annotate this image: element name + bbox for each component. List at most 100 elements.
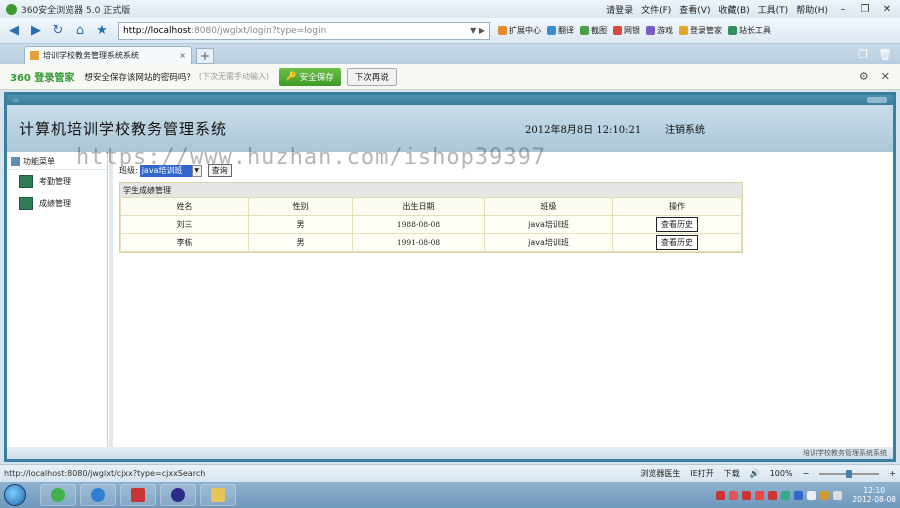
- browser-app-icon: [51, 488, 65, 502]
- safe-save-button[interactable]: 🔑 安全保存: [279, 67, 341, 86]
- address-bar[interactable]: http://localhost :8080/jwglxt/login?type…: [118, 21, 490, 40]
- col-class: 班级: [484, 197, 613, 216]
- taskbar-app-tool[interactable]: [120, 484, 156, 506]
- grade-table: 姓名 性别 出生日期 班级 操作 刘三 男 1988-08-08 java培训班…: [120, 197, 742, 252]
- watermark-text: https://www.huzhan.com/ishop39397: [76, 145, 547, 170]
- ebank-tool[interactable]: 网银: [613, 25, 640, 36]
- system-tray: 12:10 2012-08-08: [716, 486, 896, 504]
- app-top-controls[interactable]: [867, 97, 887, 103]
- ie-open[interactable]: IE打开: [690, 468, 713, 479]
- menu-calendar-icon: [11, 157, 20, 166]
- view-history-button[interactable]: 查看历史: [656, 217, 698, 232]
- browser-title-bar: 360安全浏览器 5.0 正式版 请登录 文件(F) 查看(V) 收藏(B) 工…: [0, 0, 900, 18]
- menu-file[interactable]: 文件(F): [641, 3, 671, 16]
- forward-icon[interactable]: ▶: [26, 21, 46, 41]
- zoom-in-icon[interactable]: +: [889, 469, 896, 478]
- tray-icon[interactable]: [820, 490, 830, 500]
- taskbar-app-ie[interactable]: [80, 484, 116, 506]
- close-bar-icon[interactable]: ✕: [881, 70, 890, 83]
- browser-doctor[interactable]: 浏览器医生: [640, 468, 680, 479]
- taskbar-app-eclipse[interactable]: [160, 484, 196, 506]
- function-menu: 功能菜单 考勤管理 成绩管理: [7, 152, 108, 449]
- cell-class: java培训班: [484, 233, 613, 252]
- windows-taskbar: 12:10 2012-08-08: [0, 482, 900, 508]
- taskbar-app-explorer[interactable]: [200, 484, 236, 506]
- address-dropdown-icon[interactable]: ▼ ▶: [470, 26, 485, 35]
- table-row: 李栋 男 1991-08-08 java培训班 查看历史: [120, 233, 742, 252]
- ebank-icon: [613, 26, 622, 35]
- tool-app-icon: [131, 488, 145, 502]
- password-save-bar: 360 登录管家 想安全保存该网站的密码吗？ (下次无需手动输入) 🔑 安全保存 …: [0, 64, 900, 90]
- zoom-out-icon[interactable]: −: [803, 469, 810, 478]
- tab-bar: 培训学校教务管理系统系统 × + ❐ 🗑: [0, 44, 900, 64]
- menu-favorites[interactable]: 收藏(B): [718, 3, 749, 16]
- sidebar-item-attendance[interactable]: 考勤管理: [7, 170, 107, 192]
- screenshot-tool[interactable]: 截图: [580, 25, 607, 36]
- system-clock[interactable]: 12:10 2012-08-08: [852, 486, 896, 504]
- taskbar-app-browser[interactable]: [40, 484, 76, 506]
- zoom-slider-thumb[interactable]: [846, 469, 853, 478]
- translate-icon: [547, 26, 556, 35]
- sidebar-splitter[interactable]: [109, 152, 113, 449]
- app-footer: 培训学校教务管理系统系统: [7, 447, 893, 459]
- tab-list-icon[interactable]: ❐: [858, 48, 868, 61]
- game-icon: [646, 26, 655, 35]
- logout-link[interactable]: 注销系统: [665, 121, 705, 136]
- minimize-icon[interactable]: –: [836, 4, 850, 15]
- ebank-label: 网银: [624, 26, 640, 35]
- start-button[interactable]: [4, 484, 26, 506]
- close-window-icon[interactable]: ✕: [880, 4, 894, 15]
- speaker-tray-icon[interactable]: [833, 490, 843, 500]
- key-icon: 🔑: [286, 71, 297, 82]
- tab-active[interactable]: 培训学校教务管理系统系统 ×: [24, 46, 192, 64]
- tray-icon[interactable]: [729, 490, 739, 500]
- tray-icon[interactable]: [781, 490, 791, 500]
- sidebar-item-grades[interactable]: 成绩管理: [7, 192, 107, 214]
- menu-view[interactable]: 查看(V): [679, 3, 710, 16]
- tray-icon[interactable]: [755, 490, 765, 500]
- later-button[interactable]: 下次再说: [346, 67, 397, 86]
- webmaster-label: 站长工具: [739, 26, 771, 35]
- tray-icon[interactable]: [794, 490, 804, 500]
- webmaster-tool[interactable]: 站长工具: [728, 25, 771, 36]
- trash-icon[interactable]: 🗑: [878, 48, 892, 61]
- login-manager-label: 登录管家: [690, 26, 722, 35]
- download-button[interactable]: 下载: [724, 468, 740, 479]
- new-tab-button[interactable]: +: [196, 48, 214, 64]
- tray-icon[interactable]: [716, 490, 726, 500]
- game-tool[interactable]: 游戏: [646, 25, 673, 36]
- system-title: 计算机培训学校教务管理系统: [19, 120, 228, 138]
- cell-birth: 1988-08-08: [352, 215, 485, 234]
- settings-gear-icon[interactable]: ⚙: [859, 70, 869, 83]
- tray-icon[interactable]: [742, 490, 752, 500]
- app-top-strip: ▭: [7, 95, 893, 105]
- home-icon[interactable]: ⌂: [70, 21, 90, 41]
- cell-action: 查看历史: [612, 215, 742, 234]
- login-link[interactable]: 请登录: [606, 3, 633, 16]
- key-icon: [679, 26, 688, 35]
- col-name: 姓名: [120, 197, 249, 216]
- extension-label: 扩展中心: [509, 26, 541, 35]
- translate-tool[interactable]: 翻译: [547, 25, 574, 36]
- view-history-button[interactable]: 查看历史: [656, 235, 698, 250]
- speaker-icon[interactable]: 🔊: [750, 469, 760, 478]
- favorite-star-icon[interactable]: ★: [92, 21, 112, 41]
- zoom-slider[interactable]: [819, 469, 880, 478]
- maximize-icon[interactable]: ❐: [858, 4, 872, 15]
- browser-status-bar: http://localhost:8080/jwglxt/cjxx?type=c…: [0, 464, 900, 482]
- cell-gender: 男: [248, 215, 353, 234]
- back-icon[interactable]: ◀: [4, 21, 24, 41]
- table-row: 刘三 男 1988-08-08 java培训班 查看历史: [120, 215, 742, 234]
- menu-tools[interactable]: 工具(T): [758, 3, 789, 16]
- tray-icon[interactable]: [768, 490, 778, 500]
- refresh-icon[interactable]: ↻: [48, 21, 68, 41]
- zoom-level[interactable]: 100%: [770, 469, 793, 478]
- login-manager-tool[interactable]: 登录管家: [679, 25, 722, 36]
- translate-label: 翻译: [558, 26, 574, 35]
- extension-center[interactable]: 扩展中心: [498, 25, 541, 36]
- close-tab-icon[interactable]: ×: [179, 51, 186, 60]
- tray-icon[interactable]: [807, 490, 817, 500]
- page-icon: [30, 51, 39, 60]
- browser-logo-icon: [6, 3, 17, 15]
- menu-help[interactable]: 帮助(H): [796, 3, 828, 16]
